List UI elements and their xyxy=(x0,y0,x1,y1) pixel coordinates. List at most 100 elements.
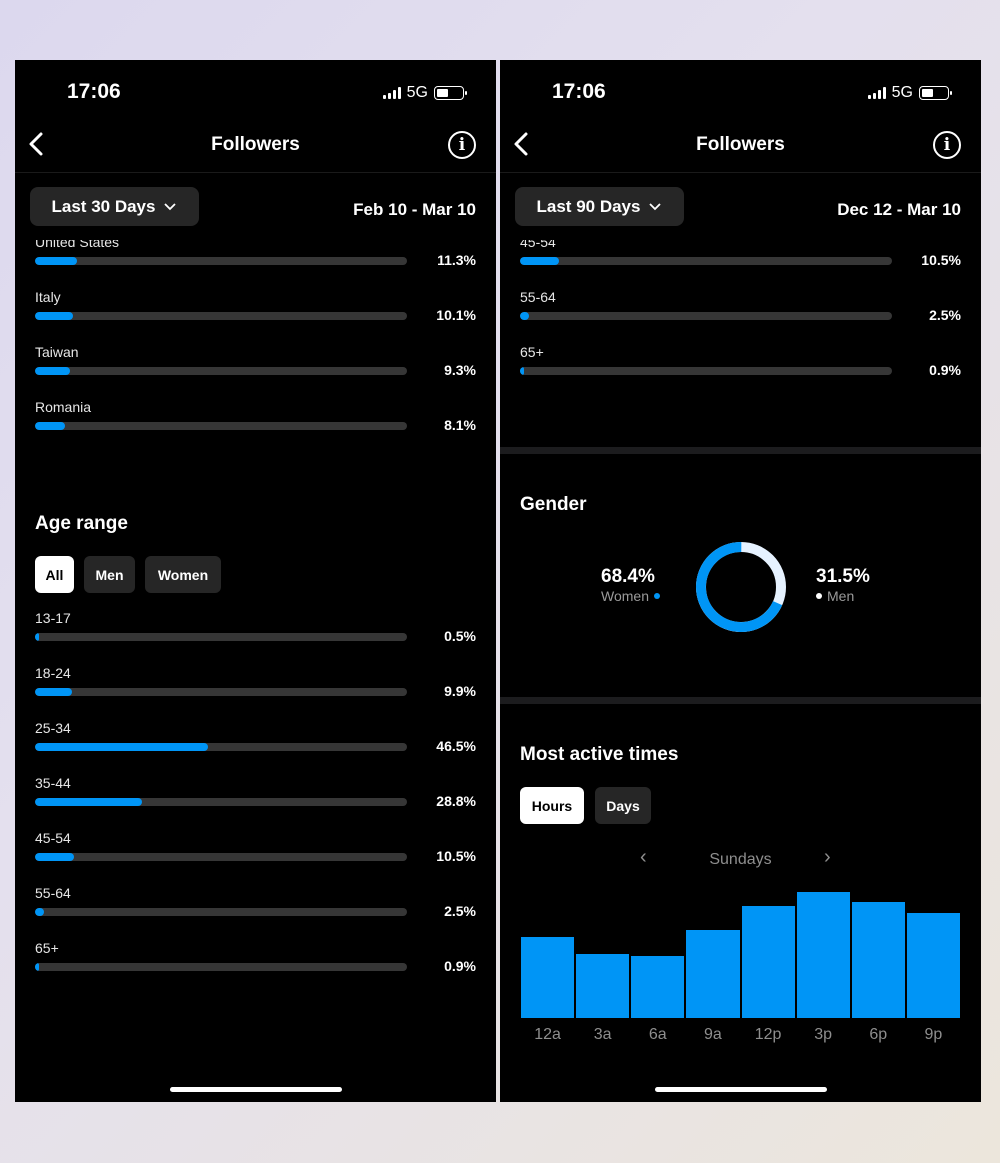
battery-icon xyxy=(434,86,467,100)
bar-9p xyxy=(906,913,960,1018)
tab-women[interactable]: Women xyxy=(145,556,221,593)
home-indicator[interactable] xyxy=(655,1087,827,1092)
row-label: Romania xyxy=(35,399,92,415)
row-value: 10.5% xyxy=(436,848,476,864)
content[interactable]: Gender 68.4% Women 31.5% Men Most active t… xyxy=(500,240,981,1052)
row-value: 8.1% xyxy=(444,417,476,433)
info-button[interactable]: i xyxy=(448,131,476,159)
progress-fill xyxy=(520,312,530,320)
row-value: 2.5% xyxy=(929,307,961,323)
progress-track xyxy=(35,963,407,971)
phone-screen-right: 17:06 5G Followers i Last 90 Days Dec 12… xyxy=(500,60,981,1102)
content[interactable]: Age range All Men Women United States 11.… xyxy=(15,240,496,1052)
progress-fill xyxy=(35,257,78,265)
row-label: 45-54 xyxy=(35,830,71,846)
row-value: 46.5% xyxy=(436,738,476,754)
date-filter-dropdown[interactable]: Last 90 Days xyxy=(515,187,684,226)
list-item: 45-54 10.5% xyxy=(35,830,476,870)
divider xyxy=(500,172,981,173)
chevron-down-icon xyxy=(649,202,662,210)
active-times-chart: 12a 3a 6a 9a 12p 3p 6p 9p xyxy=(520,878,961,1052)
men-percent: 31.5% xyxy=(816,566,870,587)
progress-track xyxy=(35,908,407,916)
tab-days[interactable]: Days xyxy=(595,787,651,824)
x-tick-label: 9a xyxy=(704,1026,722,1043)
women-dot-icon xyxy=(653,593,660,599)
next-day-button[interactable]: › xyxy=(824,846,831,869)
row-label: 65+ xyxy=(520,344,544,360)
progress-track xyxy=(35,312,407,320)
x-tick-label: 12a xyxy=(534,1026,561,1043)
list-item: 55-64 2.5% xyxy=(35,885,476,925)
progress-fill xyxy=(35,743,208,751)
divider xyxy=(15,172,496,173)
progress-track xyxy=(35,257,407,265)
row-value: 9.3% xyxy=(444,362,476,378)
list-item: Italy 10.1% xyxy=(35,289,476,329)
row-label: 13-17 xyxy=(35,610,71,626)
row-label: 55-64 xyxy=(35,885,71,901)
row-label: Italy xyxy=(35,289,61,305)
progress-track xyxy=(35,798,407,806)
info-button[interactable]: i xyxy=(933,131,961,159)
page-title: Followers xyxy=(211,134,300,155)
progress-fill xyxy=(520,257,560,265)
progress-track xyxy=(35,743,407,751)
progress-fill xyxy=(35,798,143,806)
section-divider xyxy=(500,447,981,454)
chevron-down-icon xyxy=(164,202,177,210)
row-value: 28.8% xyxy=(436,793,476,809)
women-label: Women xyxy=(601,588,649,604)
date-range: Dec 12 - Mar 10 xyxy=(837,200,961,219)
dropdown-label: Last 90 Days xyxy=(536,196,641,216)
page-title: Followers xyxy=(696,134,785,155)
bar-3p xyxy=(796,892,850,1018)
progress-track xyxy=(520,257,892,265)
list-item: Taiwan 9.3% xyxy=(35,344,476,384)
row-label: United States xyxy=(35,240,120,250)
progress-track xyxy=(35,367,407,375)
progress-fill xyxy=(35,422,66,430)
date-filter-dropdown[interactable]: Last 30 Days xyxy=(30,187,199,226)
progress-fill xyxy=(35,688,72,696)
status-time: 17:06 xyxy=(552,80,606,103)
men-stat: 31.5% Men xyxy=(816,566,870,604)
list-item: 65+ 0.9% xyxy=(520,344,961,384)
list-item: United States 11.3% xyxy=(35,240,476,274)
tab-hours[interactable]: Hours xyxy=(520,787,584,824)
progress-track xyxy=(520,367,892,375)
women-stat: 68.4% Women xyxy=(601,566,660,604)
x-tick-label: 3a xyxy=(593,1026,612,1043)
list-item: Romania 8.1% xyxy=(35,399,476,439)
x-tick-label: 9p xyxy=(924,1026,943,1043)
home-indicator[interactable] xyxy=(170,1087,342,1092)
active-times-title: Most active times xyxy=(520,744,679,765)
x-tick-label: 3p xyxy=(814,1026,833,1043)
list-item: 18-24 9.9% xyxy=(35,665,476,705)
progress-fill xyxy=(35,312,73,320)
tab-men[interactable]: Men xyxy=(84,556,135,593)
row-value: 2.5% xyxy=(444,903,476,919)
progress-track xyxy=(520,312,892,320)
x-tick-label: 12p xyxy=(754,1026,782,1043)
x-tick-label: 6p xyxy=(869,1026,888,1043)
status-icons: 5G xyxy=(867,84,952,102)
bar-6p xyxy=(851,901,905,1018)
row-value: 0.5% xyxy=(444,628,476,644)
day-label: Sundays xyxy=(709,851,772,868)
row-value: 10.1% xyxy=(436,307,476,323)
bar-3a xyxy=(576,953,630,1018)
row-label: Taiwan xyxy=(35,344,79,360)
list-item: 13-17 0.5% xyxy=(35,610,476,650)
donut-women-segment xyxy=(696,542,786,632)
men-label: Men xyxy=(827,588,855,604)
row-value: 11.3% xyxy=(437,252,476,268)
signal-icon xyxy=(867,87,886,99)
bar-12a xyxy=(521,936,575,1018)
row-label: 25-34 xyxy=(35,720,71,736)
women-percent: 68.4% xyxy=(601,566,655,587)
row-value: 0.9% xyxy=(444,958,476,974)
tab-all[interactable]: All xyxy=(35,556,74,593)
list-item: 55-64 2.5% xyxy=(520,289,961,329)
row-value: 0.9% xyxy=(929,362,961,378)
